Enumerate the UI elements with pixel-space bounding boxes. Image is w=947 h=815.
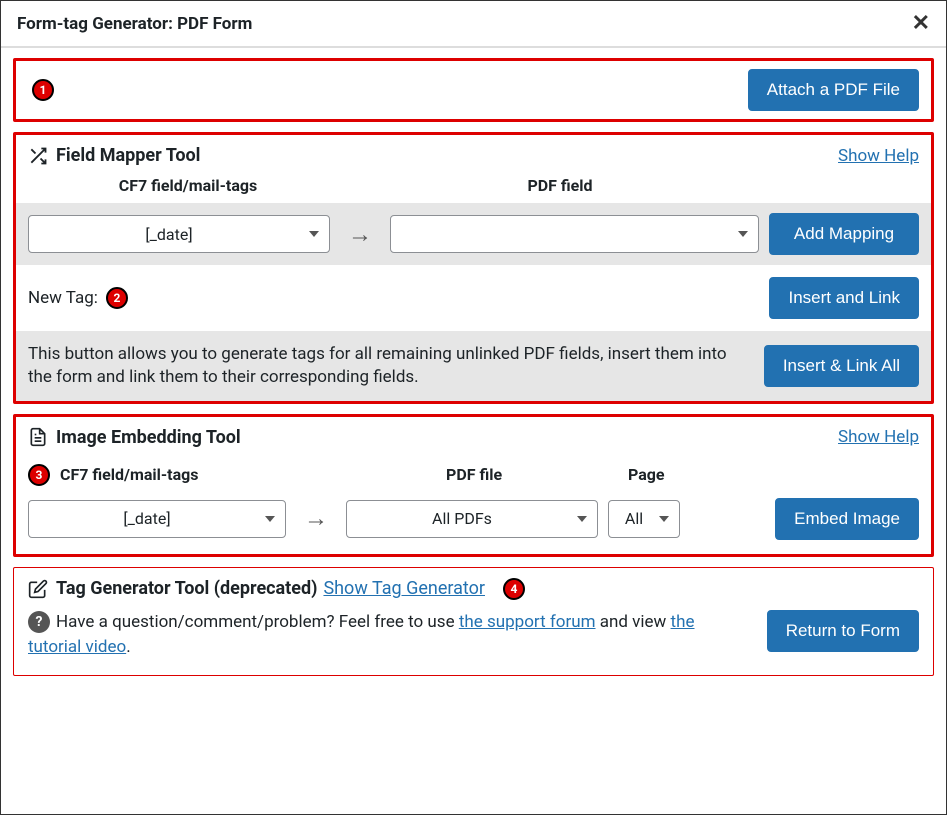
embed-col-cf7: CF7 field/mail-tags: [60, 465, 316, 484]
field-mapper-title: Field Mapper Tool: [28, 145, 200, 166]
annotation-badge-1: 1: [32, 79, 54, 101]
attach-pdf-button[interactable]: Attach a PDF File: [748, 69, 919, 111]
help-row: ?Have a question/comment/problem? Feel f…: [28, 610, 919, 661]
new-tag-row: New Tag: 2 Insert and Link: [16, 265, 931, 331]
dialog-content: 1 Attach a PDF File Field Mapper Tool Sh…: [1, 48, 946, 696]
chevron-down-icon: [577, 516, 587, 522]
tag-generator-title: Tag Generator Tool (deprecated): [28, 578, 317, 599]
return-to-form-button[interactable]: Return to Form: [767, 610, 919, 652]
image-embedding-section: Image Embedding Tool Show Help 3 CF7 fie…: [13, 414, 934, 557]
close-icon[interactable]: ✕: [912, 11, 930, 36]
chevron-down-icon: [659, 516, 669, 522]
embed-pdf-file-select[interactable]: All PDFs: [346, 500, 598, 538]
embed-cf7-select[interactable]: [_date]: [28, 500, 286, 538]
mapping-row: [_date] → Add Mapping: [16, 203, 931, 265]
insert-and-link-button[interactable]: Insert and Link: [769, 277, 919, 319]
pdf-field-select[interactable]: [390, 215, 759, 253]
insert-link-all-button[interactable]: Insert & Link All: [764, 345, 919, 387]
col-header-pdf: PDF field: [410, 176, 710, 195]
embed-column-headers: 3 CF7 field/mail-tags PDF file Page: [28, 458, 919, 494]
field-mapper-show-help-link[interactable]: Show Help: [838, 146, 919, 166]
dialog-header: Form-tag Generator: PDF Form ✕: [1, 1, 946, 48]
insert-all-row: This button allows you to generate tags …: [16, 331, 931, 401]
dialog-title: Form-tag Generator: PDF Form: [17, 14, 252, 34]
arrow-right-icon: →: [340, 220, 380, 249]
annotation-badge-2: 2: [106, 287, 128, 309]
document-icon: [28, 427, 48, 447]
annotation-badge-4: 4: [503, 578, 525, 600]
help-text: ?Have a question/comment/problem? Feel f…: [28, 610, 747, 661]
field-mapper-section: Field Mapper Tool Show Help CF7 field/ma…: [13, 132, 934, 404]
tag-generator-title-row: Tag Generator Tool (deprecated) Show Tag…: [28, 578, 919, 600]
insert-all-description: This button allows you to generate tags …: [28, 343, 744, 389]
embed-image-button[interactable]: Embed Image: [775, 498, 919, 540]
embed-row: [_date] → All PDFs All Embed Image: [28, 494, 919, 544]
chevron-down-icon: [265, 516, 275, 522]
col-header-cf7: CF7 field/mail-tags: [28, 176, 348, 195]
chevron-down-icon: [738, 231, 748, 237]
chevron-down-icon: [309, 231, 319, 237]
image-embedding-title: Image Embedding Tool: [28, 427, 241, 448]
embed-col-pdf-file: PDF file: [366, 465, 628, 484]
support-forum-link[interactable]: the support forum: [459, 612, 596, 632]
embed-page-select[interactable]: All: [608, 500, 680, 538]
add-mapping-button[interactable]: Add Mapping: [769, 213, 919, 255]
arrow-right-icon: →: [296, 504, 336, 533]
embed-col-page: Page: [628, 465, 708, 484]
image-embedding-show-help-link[interactable]: Show Help: [838, 427, 919, 447]
annotation-badge-3: 3: [28, 464, 50, 486]
attach-pdf-section: 1 Attach a PDF File: [13, 58, 934, 122]
edit-icon: [28, 579, 48, 599]
question-icon: ?: [28, 611, 50, 633]
tag-generator-section: Tag Generator Tool (deprecated) Show Tag…: [13, 567, 934, 676]
show-tag-generator-link[interactable]: Show Tag Generator: [323, 578, 485, 599]
cf7-field-select[interactable]: [_date]: [28, 215, 330, 253]
shuffle-icon: [28, 146, 48, 166]
new-tag-label: New Tag:: [28, 288, 98, 308]
